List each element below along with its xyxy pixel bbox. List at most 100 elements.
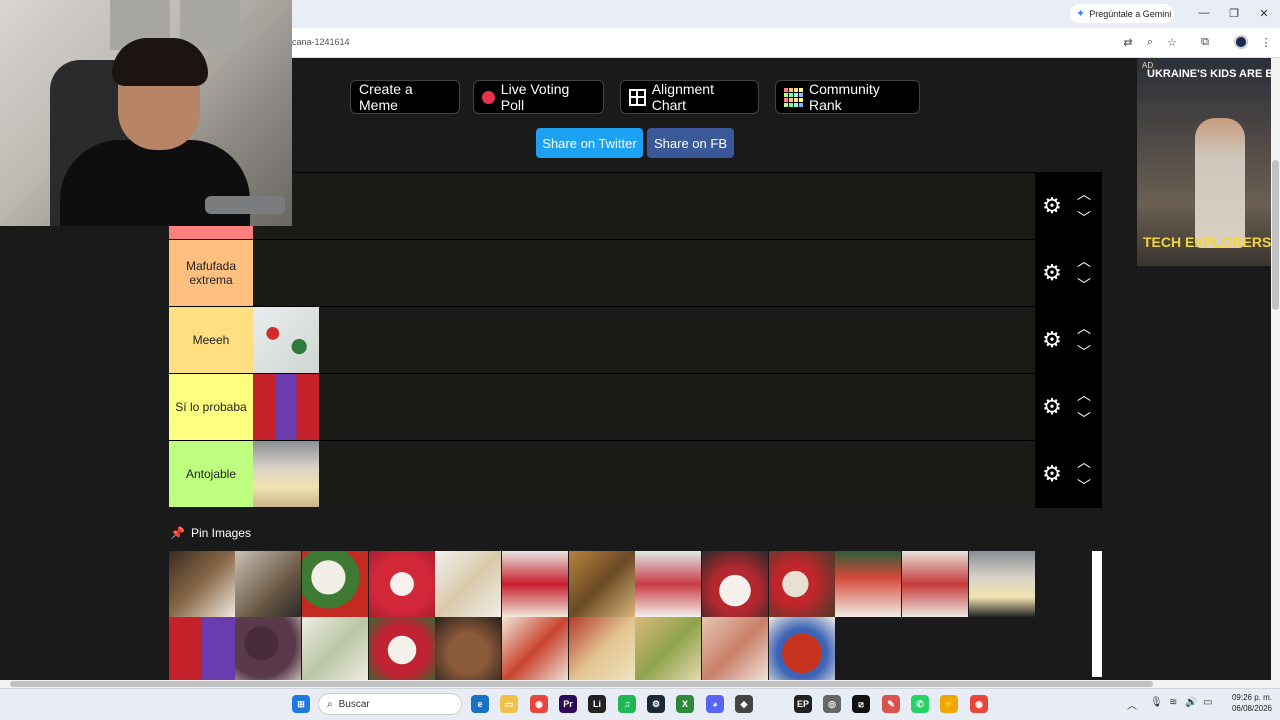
translate-icon[interactable]: ⇄ [1120, 35, 1136, 49]
pool-image[interactable] [369, 617, 435, 683]
gear-icon[interactable]: ⚙ [1041, 262, 1063, 284]
discord-icon[interactable]: ◕ [706, 695, 724, 713]
chevron-up-icon[interactable]: ︿ [1075, 187, 1093, 201]
share-twitter-button[interactable]: Share on Twitter [536, 128, 643, 158]
image-pool-scrollbar[interactable] [1092, 551, 1102, 677]
pool-image[interactable] [635, 551, 701, 617]
chevron-down-icon[interactable]: ﹀ [1075, 412, 1093, 426]
ad-headline: UKRAINE'S KIDS ARE BU [1147, 68, 1271, 80]
tier-item-image[interactable] [253, 441, 319, 507]
unity-icon[interactable]: ◆ [735, 695, 753, 713]
minimize-icon[interactable]: — [1192, 4, 1216, 22]
gear-icon[interactable]: ⚙ [1041, 329, 1063, 351]
battery-icon[interactable]: ▭ [1203, 697, 1212, 708]
alignment-chart-button[interactable]: Alignment Chart [620, 80, 759, 114]
pool-image[interactable] [235, 617, 301, 683]
pool-image[interactable] [169, 551, 235, 617]
tray-expand-icon[interactable]: ︿ [1127, 697, 1137, 712]
chevron-up-icon[interactable]: ︿ [1075, 388, 1093, 402]
share-fb-button[interactable]: Share on FB [647, 128, 734, 158]
gear-icon[interactable]: ⚙ [1041, 396, 1063, 418]
pool-image[interactable] [302, 551, 368, 617]
tier-label[interactable]: Sí lo probaba [169, 374, 253, 440]
clock-date: 06/08/2026 [1231, 704, 1272, 713]
community-rank-button[interactable]: Community Rank [775, 80, 920, 114]
gear-icon[interactable]: ⚙ [1041, 195, 1063, 217]
obs-icon[interactable]: ◎ [823, 695, 841, 713]
advertisement[interactable]: AD UKRAINE'S KIDS ARE BU TECH EXPLORERS [1137, 58, 1271, 266]
create-meme-button[interactable]: Create a Meme [350, 80, 460, 114]
zoom-icon[interactable]: ⌕ [1142, 35, 1158, 49]
vertical-scrollbar[interactable] [1271, 58, 1280, 680]
gemini-button-label: Pregúntale a Gemini [1089, 8, 1172, 19]
tier-label[interactable]: Mafufada extrema [169, 240, 253, 306]
pool-image[interactable] [702, 551, 768, 617]
tier-label[interactable]: Antojable [169, 441, 253, 507]
steam-icon[interactable]: ⚙ [647, 695, 665, 713]
volume-icon[interactable]: 🔊 [1185, 697, 1197, 708]
taskbar-search[interactable]: ⌕ Buscar [318, 693, 462, 715]
app-icon[interactable]: ⚡ [940, 695, 958, 713]
url-text[interactable]: cana-1241614 [292, 37, 350, 47]
browser-menu-icon[interactable]: ⋮ [1258, 35, 1274, 49]
paint-icon[interactable]: ✎ [882, 695, 900, 713]
pool-image[interactable] [302, 617, 368, 683]
xbox-icon[interactable]: X [676, 695, 694, 713]
community-rank-label: Community Rank [809, 81, 880, 113]
tier-label[interactable]: Meeeh [169, 307, 253, 373]
tier-item-image[interactable] [253, 374, 319, 440]
gear-icon[interactable]: ⚙ [1041, 463, 1063, 485]
extensions-icon[interactable]: ⧉ [1197, 35, 1213, 49]
chevron-up-icon[interactable]: ︿ [1075, 455, 1093, 469]
pool-image[interactable] [569, 617, 635, 683]
premiere-icon[interactable]: Pr [559, 695, 577, 713]
chevron-up-icon[interactable]: ︿ [1075, 254, 1093, 268]
pool-image[interactable] [902, 551, 968, 617]
ad-person-image [1195, 118, 1245, 248]
pool-image[interactable] [769, 617, 835, 683]
file-explorer-icon[interactable]: ▭ [500, 695, 518, 713]
pool-image[interactable] [635, 617, 701, 683]
pool-image[interactable] [769, 551, 835, 617]
chrome-icon[interactable]: ◉ [530, 695, 548, 713]
pool-image[interactable] [502, 617, 568, 683]
tier-controls: ⚙ ︿ ﹀ [1035, 173, 1102, 240]
chevron-up-icon[interactable]: ︿ [1075, 321, 1093, 335]
tier-row-4: Sí lo probaba ⚙ ︿ ﹀ [169, 373, 1102, 441]
microphone-tray-icon[interactable]: 🎙 [1150, 697, 1163, 708]
pool-image[interactable] [235, 551, 301, 617]
pool-image[interactable] [435, 617, 501, 683]
pool-image[interactable] [169, 617, 235, 683]
chevron-down-icon[interactable]: ﹀ [1075, 479, 1093, 493]
horizontal-scroll-thumb[interactable] [10, 681, 1153, 687]
live-icon[interactable]: Li [588, 695, 606, 713]
pool-image[interactable] [702, 617, 768, 683]
capcut-icon[interactable]: ⧄ [852, 695, 870, 713]
pool-image[interactable] [369, 551, 435, 617]
pool-image[interactable] [502, 551, 568, 617]
edge-icon[interactable]: e [471, 695, 489, 713]
windows-start-icon[interactable]: ⊞ [292, 695, 310, 713]
close-window-icon[interactable]: ✕ [1252, 4, 1276, 22]
whatsapp-icon[interactable]: ✆ [911, 695, 929, 713]
vertical-scroll-thumb[interactable] [1272, 160, 1279, 310]
pool-image[interactable] [569, 551, 635, 617]
profile-avatar[interactable] [1234, 35, 1248, 49]
epic-games-icon[interactable]: EP [794, 695, 812, 713]
gemini-button[interactable]: ✦ Pregúntale a Gemini [1070, 4, 1174, 23]
maximize-icon[interactable]: ❐ [1222, 4, 1246, 22]
taskbar-clock[interactable]: 09:26 p. m. 06/08/2026 [1222, 692, 1272, 714]
spotify-icon[interactable]: ♫ [618, 695, 636, 713]
chevron-down-icon[interactable]: ﹀ [1075, 278, 1093, 292]
chevron-down-icon[interactable]: ﹀ [1075, 211, 1093, 225]
pin-images-toggle[interactable]: 📌 Pin Images [170, 526, 251, 540]
tier-item-image[interactable] [253, 307, 319, 373]
pool-image[interactable] [435, 551, 501, 617]
bookmark-star-icon[interactable]: ☆ [1164, 35, 1180, 49]
live-voting-poll-button[interactable]: Live Voting Poll [473, 80, 604, 114]
chrome-active-icon[interactable]: ◉ [970, 695, 988, 713]
wifi-icon[interactable]: ≋ [1169, 697, 1177, 708]
pool-image[interactable] [835, 551, 901, 617]
pool-image[interactable] [969, 551, 1035, 617]
chevron-down-icon[interactable]: ﹀ [1075, 345, 1093, 359]
